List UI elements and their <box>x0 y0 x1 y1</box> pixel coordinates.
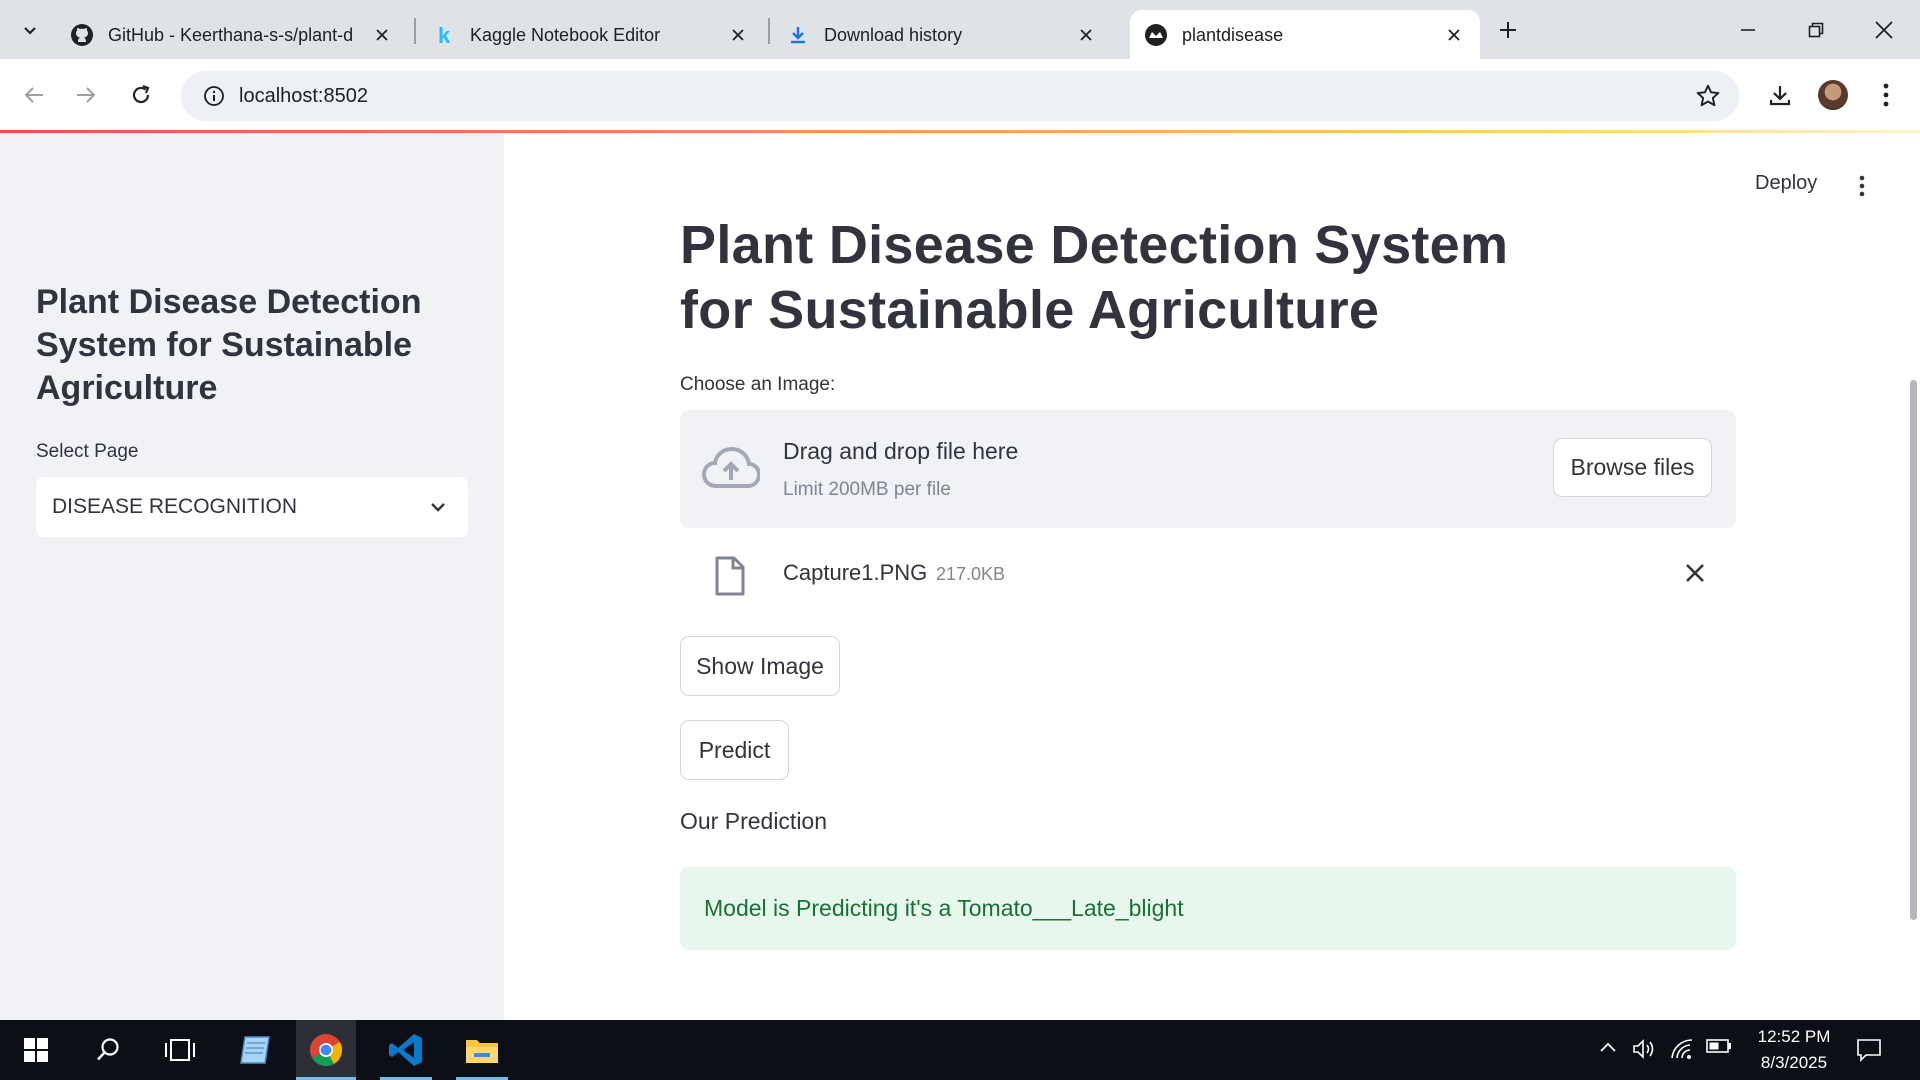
tab-title: Download history <box>824 24 963 45</box>
plus-icon <box>1500 22 1516 38</box>
window-close-button[interactable] <box>1862 10 1906 50</box>
download-icon <box>786 23 810 47</box>
deploy-button[interactable]: Deploy <box>1755 172 1817 195</box>
restore-button[interactable] <box>1794 10 1838 50</box>
close-icon <box>1875 21 1893 39</box>
forward-button[interactable] <box>66 75 106 115</box>
taskbar-notepad[interactable] <box>226 1020 286 1080</box>
browser-menu-button[interactable] <box>1866 75 1906 115</box>
sidebar: Plant Disease Detection System for Susta… <box>0 133 504 1020</box>
sidebar-title: Plant Disease Detection System for Susta… <box>36 283 422 407</box>
page-title: Plant Disease Detection System for Susta… <box>680 215 1509 340</box>
chevron-up-icon <box>1600 1042 1616 1052</box>
uploader-label: Choose an Image: <box>680 374 836 395</box>
taskbar-clock[interactable]: 12:52 PM 8/3/2025 <box>1740 1024 1848 1076</box>
tab-plantdisease[interactable]: plantdisease <box>1130 10 1480 60</box>
tab-download-history[interactable]: Download history <box>772 10 1112 60</box>
github-icon <box>70 23 94 47</box>
back-arrow-icon <box>24 87 43 103</box>
chevron-down-icon <box>428 497 448 523</box>
taskbar-chrome[interactable] <box>296 1020 356 1080</box>
taskbar-file-explorer[interactable] <box>452 1020 512 1080</box>
reload-button[interactable] <box>121 75 161 115</box>
folder-app-icon <box>466 1040 498 1063</box>
remove-file-icon[interactable] <box>1684 562 1706 589</box>
taskbar-vscode[interactable] <box>376 1020 436 1080</box>
minimize-button[interactable] <box>1726 10 1770 50</box>
tab-title: GitHub - Keerthana-s-s/plant-d <box>108 24 354 45</box>
cloud-upload-icon <box>701 446 762 495</box>
select-page-label: Select Page <box>36 441 139 462</box>
tab-title: Kaggle Notebook Editor <box>470 24 661 45</box>
chevron-down-icon <box>24 27 36 35</box>
chrome-app-icon <box>310 1034 343 1067</box>
vscode-app-icon <box>389 1034 422 1066</box>
notifications-button[interactable] <box>1856 1038 1882 1062</box>
tab-github[interactable]: GitHub - Keerthana-s-s/plant-d <box>56 10 408 60</box>
search-icon <box>97 1038 119 1061</box>
file-dropzone[interactable]: Drag and drop file here Limit 200MB per … <box>680 410 1736 528</box>
wifi-icon[interactable] <box>1670 1038 1694 1060</box>
close-icon[interactable] <box>1442 23 1466 47</box>
uploaded-file: Capture1.PNG 217.0KB <box>680 548 1736 604</box>
kebab-menu-icon <box>1883 83 1889 107</box>
tab-title: plantdisease <box>1182 24 1284 45</box>
taskbar-search-button[interactable] <box>78 1020 138 1080</box>
dropzone-limit: Limit 200MB per file <box>783 479 951 500</box>
predict-button[interactable]: Predict <box>680 720 789 780</box>
tab-kaggle[interactable]: k Kaggle Notebook Editor <box>418 10 764 60</box>
show-hidden-icons-button[interactable] <box>1598 1038 1618 1058</box>
streamlit-icon <box>1144 23 1168 47</box>
clock-date: 8/3/2025 <box>1760 1053 1828 1072</box>
bookmark-star-icon[interactable] <box>1695 83 1721 114</box>
prediction-heading: Our Prediction <box>680 808 828 834</box>
app-menu-button[interactable] <box>1848 168 1876 204</box>
page-scrollbar[interactable] <box>1910 380 1917 920</box>
tab-separator <box>768 18 770 44</box>
close-icon[interactable] <box>370 23 394 47</box>
download-icon <box>1769 86 1791 106</box>
prediction-success-alert: Model is Predicting it's a Tomato___Late… <box>680 867 1736 950</box>
reload-icon <box>132 84 150 104</box>
task-view-icon <box>165 1039 195 1061</box>
minimize-icon <box>1741 29 1755 31</box>
page-select[interactable]: DISEASE RECOGNITION <box>36 477 468 537</box>
windows-logo-icon <box>24 1038 48 1062</box>
new-tab-button[interactable] <box>1490 12 1526 48</box>
browse-files-button[interactable]: Browse files <box>1553 438 1712 497</box>
address-bar[interactable]: localhost:8502 <box>181 71 1739 121</box>
kaggle-icon: k <box>432 23 456 47</box>
profile-avatar[interactable] <box>1818 80 1848 110</box>
svg-text:k: k <box>438 23 451 47</box>
file-size: 217.0KB <box>936 564 1006 584</box>
close-icon[interactable] <box>1074 23 1098 47</box>
browser-tab-strip: GitHub - Keerthana-s-s/plant-d k Kaggle … <box>0 0 1920 60</box>
taskbar: 12:52 PM 8/3/2025 <box>0 1020 1920 1080</box>
clock-time: 12:52 PM <box>1757 1027 1831 1046</box>
url-text: localhost:8502 <box>239 84 368 107</box>
restore-icon <box>1808 22 1824 38</box>
battery-icon[interactable] <box>1706 1038 1732 1054</box>
back-button[interactable] <box>14 75 54 115</box>
close-icon[interactable] <box>726 23 750 47</box>
task-view-button[interactable] <box>150 1020 210 1080</box>
page-select-value: DISEASE RECOGNITION <box>52 495 298 518</box>
prediction-text: Model is Predicting it's a Tomato___Late… <box>704 895 1184 921</box>
start-button[interactable] <box>6 1020 66 1080</box>
downloads-button[interactable] <box>1760 75 1800 115</box>
file-name: Capture1.PNG <box>783 560 928 585</box>
tab-separator <box>414 18 416 44</box>
show-image-button[interactable]: Show Image <box>680 636 840 696</box>
volume-icon[interactable] <box>1632 1038 1656 1060</box>
notification-icon <box>1857 1039 1881 1062</box>
kebab-menu-icon <box>1859 175 1865 197</box>
site-info-icon[interactable] <box>189 85 239 107</box>
notepad-app-icon <box>240 1036 270 1064</box>
file-icon <box>714 556 746 601</box>
tab-search-button[interactable] <box>10 12 50 48</box>
forward-arrow-icon <box>77 87 96 103</box>
dropzone-instruction: Drag and drop file here <box>783 438 1019 464</box>
browser-toolbar: localhost:8502 <box>0 59 1920 132</box>
